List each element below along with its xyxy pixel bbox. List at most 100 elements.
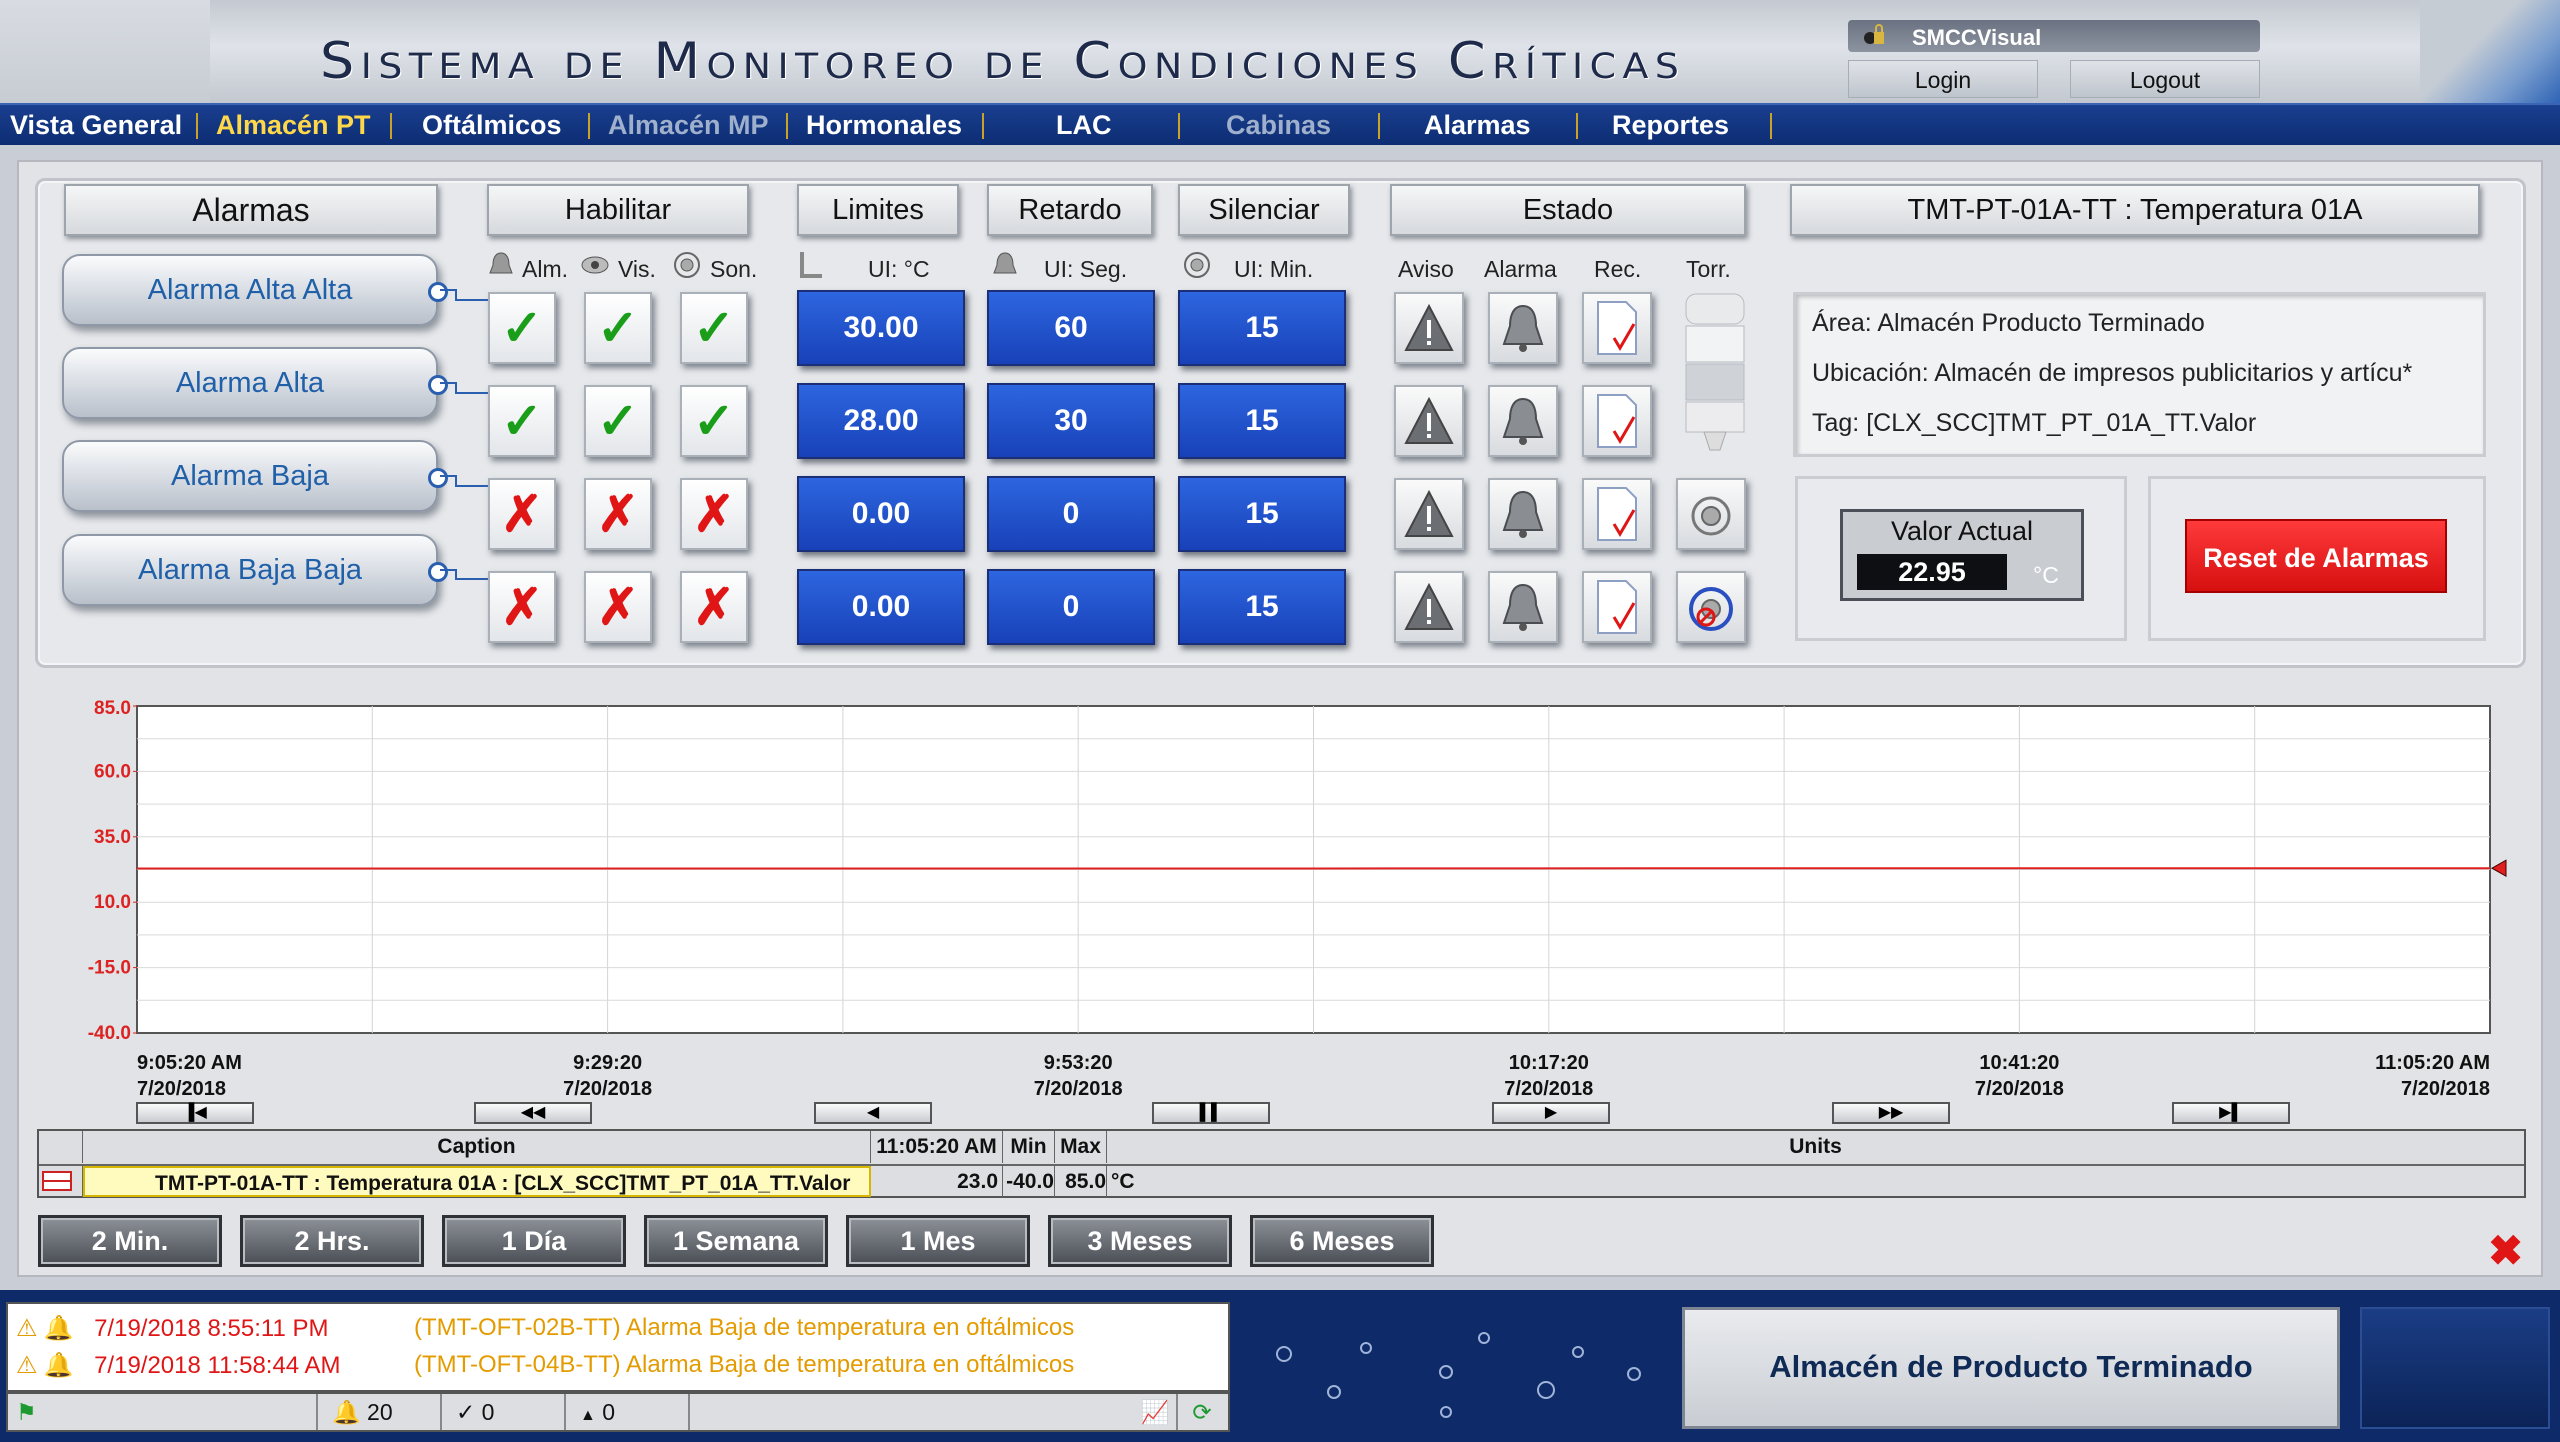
- legend-header-time: 11:05:20 AM: [871, 1131, 1003, 1163]
- bell-status-icon[interactable]: [1488, 478, 1558, 550]
- delay-value[interactable]: 0: [987, 476, 1155, 552]
- siren-muted-icon[interactable]: [1676, 571, 1746, 643]
- alarm-level-button[interactable]: Alarma Alta Alta: [62, 254, 448, 326]
- range-2min-button[interactable]: 2 Min.: [38, 1215, 222, 1267]
- range-1mes-button[interactable]: 1 Mes: [846, 1215, 1030, 1267]
- chart-fast-back-button[interactable]: ◀◀: [474, 1102, 592, 1124]
- x-tick-date: 7/20/2018: [563, 1078, 653, 1100]
- y-tick-label: 10.0: [94, 892, 131, 913]
- chart-forward-button[interactable]: ▶: [1492, 1102, 1610, 1124]
- nav-almacen-pt[interactable]: Almacén PT: [216, 110, 371, 141]
- logout-button[interactable]: Logout: [2070, 60, 2260, 98]
- x-tick-date: 7/20/2018: [2401, 1078, 2490, 1100]
- x-tick-time: 10:17:20: [1508, 1052, 1589, 1074]
- silence-value[interactable]: 15: [1178, 383, 1346, 459]
- legend-header-max: Max: [1055, 1131, 1107, 1163]
- alarm-level-button[interactable]: Alarma Baja Baja: [62, 534, 448, 606]
- record-document-icon[interactable]: [1582, 571, 1652, 643]
- x-tick-time: 9:53:20: [1043, 1052, 1113, 1074]
- alarm-level-button[interactable]: Alarma Alta: [62, 347, 448, 419]
- circuit-decoration: [1276, 1332, 1641, 1418]
- y-tick-label: 60.0: [94, 761, 131, 782]
- bell-status-icon[interactable]: [1488, 571, 1558, 643]
- x-tick-label: 10:17:20 7/20/2018: [1449, 1050, 1649, 1102]
- enable-alm-checkbox[interactable]: ✓: [488, 292, 556, 364]
- nav-bar: Vista General Almacén PT Oftálmicos Alma…: [0, 103, 2560, 145]
- app-title: Sistema de Monitoreo de Condiciones Crít…: [320, 32, 1686, 90]
- enable-alm-checkbox[interactable]: ✗: [488, 478, 556, 550]
- enable-vis-checkbox[interactable]: ✗: [584, 571, 652, 643]
- bottom-right-decoration: [2360, 1307, 2550, 1429]
- nav-alarmas[interactable]: Alarmas: [1424, 110, 1531, 141]
- user-lock-icon: [1864, 24, 1884, 44]
- enable-vis-checkbox[interactable]: ✓: [584, 292, 652, 364]
- area-title: Almacén de Producto Terminado: [1682, 1307, 2340, 1429]
- record-document-icon[interactable]: [1582, 292, 1652, 364]
- bell-status-icon[interactable]: [1488, 385, 1558, 457]
- event-row[interactable]: ⚠ 🔔 7/19/2018 8:55:11 PM (TMT-OFT-02B-TT)…: [16, 1314, 1074, 1343]
- legend-row-caption[interactable]: TMT-PT-01A-TT : Temperatura 01A : [CLX_S…: [83, 1166, 871, 1197]
- refresh-icon[interactable]: ⟳: [1178, 1394, 1226, 1430]
- event-row[interactable]: ⚠ 🔔 7/19/2018 11:58:44 AM (TMT-OFT-04B-TT…: [16, 1351, 1074, 1380]
- legend-row-checkbox[interactable]: [39, 1166, 83, 1197]
- range-2hrs-button[interactable]: 2 Hrs.: [240, 1215, 424, 1267]
- limit-value[interactable]: 0.00: [797, 569, 965, 645]
- enable-vis-checkbox[interactable]: ✗: [584, 478, 652, 550]
- enable-vis-checkbox[interactable]: ✓: [584, 385, 652, 457]
- enable-son-checkbox[interactable]: ✓: [680, 292, 748, 364]
- enable-son-checkbox[interactable]: ✗: [680, 571, 748, 643]
- delay-value[interactable]: 0: [987, 569, 1155, 645]
- ack-icon: ✓: [456, 1399, 476, 1425]
- range-3meses-button[interactable]: 3 Meses: [1048, 1215, 1232, 1267]
- range-1semana-button[interactable]: 1 Semana: [644, 1215, 828, 1267]
- silence-value[interactable]: 15: [1178, 476, 1346, 552]
- nav-vista-general[interactable]: Vista General: [10, 110, 182, 141]
- legend-header-caption: Caption: [83, 1131, 871, 1163]
- warning-status-icon[interactable]: [1394, 292, 1464, 364]
- habilitar-header: Habilitar: [487, 184, 749, 236]
- enable-son-checkbox[interactable]: ✗: [680, 478, 748, 550]
- enable-alm-checkbox[interactable]: ✗: [488, 571, 556, 643]
- limit-value[interactable]: 30.00: [797, 290, 965, 366]
- chart-icon-button[interactable]: 📈: [1134, 1394, 1178, 1430]
- bell-status-icon[interactable]: [1488, 292, 1558, 364]
- silence-value[interactable]: 15: [1178, 290, 1346, 366]
- nav-hormonales[interactable]: Hormonales: [806, 110, 962, 141]
- valor-frame: Valor Actual 22.95 °C: [1840, 509, 2084, 601]
- x-tick-label: 10:41:20 7/20/2018: [1919, 1050, 2119, 1102]
- warning-status-icon[interactable]: [1394, 385, 1464, 457]
- chart-pause-button[interactable]: ▌▌: [1152, 1102, 1270, 1124]
- record-document-icon[interactable]: [1582, 385, 1652, 457]
- warning-status-icon[interactable]: [1394, 478, 1464, 550]
- limit-value[interactable]: 28.00: [797, 383, 965, 459]
- chart-start-button[interactable]: ▐◀: [136, 1102, 254, 1124]
- nav-lac[interactable]: LAC: [1056, 110, 1112, 141]
- range-1dia-button[interactable]: 1 Día: [442, 1215, 626, 1267]
- connector-line: [440, 289, 490, 301]
- login-button[interactable]: Login: [1848, 60, 2038, 98]
- nav-reportes[interactable]: Reportes: [1612, 110, 1729, 141]
- enable-alm-checkbox[interactable]: ✓: [488, 385, 556, 457]
- silence-value[interactable]: 15: [1178, 569, 1346, 645]
- alarm-level-button[interactable]: Alarma Baja: [62, 440, 448, 512]
- reset-alarms-button[interactable]: Reset de Alarmas: [2185, 519, 2447, 593]
- siren-icon[interactable]: [1676, 478, 1746, 550]
- alarmas-header: Alarmas: [64, 184, 438, 236]
- silenciar-header: Silenciar: [1178, 184, 1350, 236]
- warning-status-icon[interactable]: [1394, 571, 1464, 643]
- close-icon[interactable]: ✖: [2488, 1226, 2523, 1275]
- chart-fast-forward-button[interactable]: ▶▶: [1832, 1102, 1950, 1124]
- limit-value[interactable]: 0.00: [797, 476, 965, 552]
- nav-almacen-mp[interactable]: Almacén MP: [608, 110, 769, 141]
- chart-back-button[interactable]: ◀: [814, 1102, 932, 1124]
- nav-oftalmicos[interactable]: Oftálmicos: [422, 110, 562, 141]
- enable-son-checkbox[interactable]: ✓: [680, 385, 748, 457]
- range-6meses-button[interactable]: 6 Meses: [1250, 1215, 1434, 1267]
- nav-cabinas[interactable]: Cabinas: [1226, 110, 1331, 141]
- record-document-icon[interactable]: [1582, 478, 1652, 550]
- chart-end-button[interactable]: ▶▌: [2172, 1102, 2290, 1124]
- delay-value[interactable]: 30: [987, 383, 1155, 459]
- legend-row-value: 23.0: [871, 1166, 1003, 1197]
- delay-value[interactable]: 60: [987, 290, 1155, 366]
- other-count: 0: [602, 1399, 616, 1425]
